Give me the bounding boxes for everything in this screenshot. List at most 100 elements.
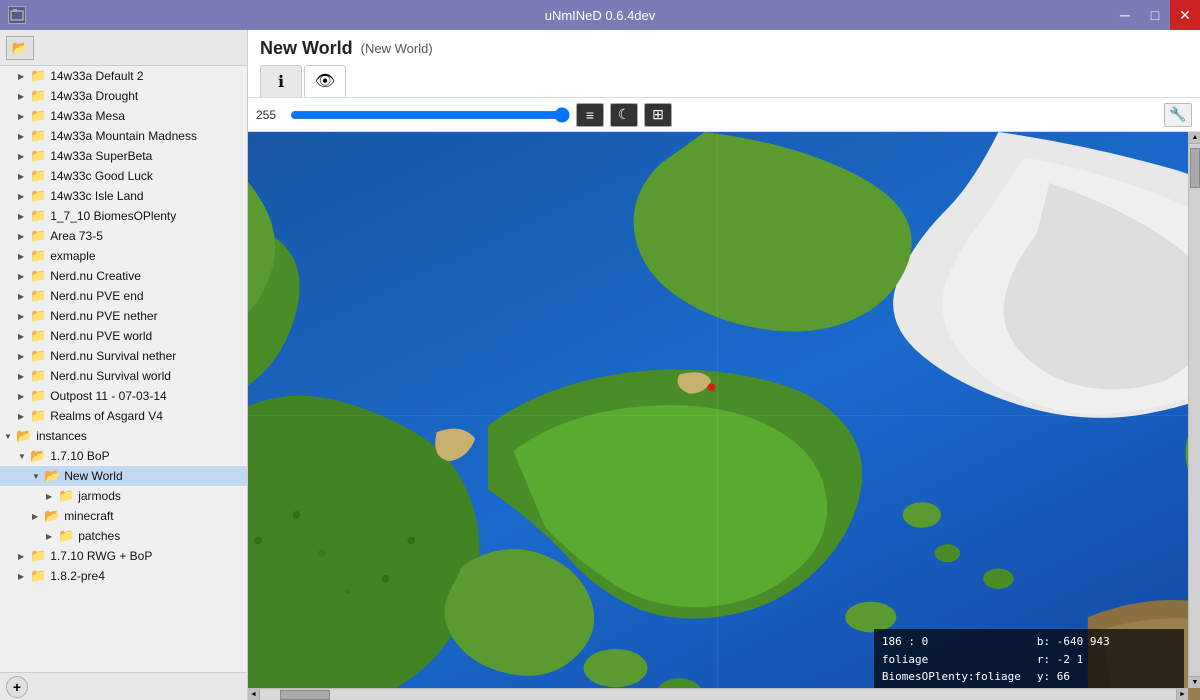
folder-icon-item-14w33a-mesa: 📁 bbox=[30, 108, 46, 124]
tab-view[interactable]: 👁 bbox=[304, 65, 346, 97]
tree-item-item-14w33a-mesa[interactable]: ▶📁 14w33a Mesa bbox=[0, 106, 247, 126]
hscroll-thumb[interactable] bbox=[280, 690, 330, 700]
map-view bbox=[248, 132, 1200, 700]
minimize-button[interactable]: ─ bbox=[1110, 0, 1140, 30]
world-title-row: New World (New World) bbox=[260, 38, 1188, 59]
info-icon: ℹ bbox=[278, 72, 284, 92]
tree-label-item-patches: patches bbox=[78, 529, 120, 543]
tree-label-item-1710-rwg-bop: 1.7.10 RWG + BoP bbox=[50, 549, 152, 563]
open-folder-icon: 📂 bbox=[12, 40, 28, 56]
hscroll-right-button[interactable]: ► bbox=[1176, 689, 1188, 700]
tree-label-item-new-world: New World bbox=[64, 469, 122, 483]
tree-item-item-nerd-pve-end[interactable]: ▶📁Nerd.nu PVE end bbox=[0, 286, 247, 306]
tree-item-item-nerd-creative[interactable]: ▶📁Nerd.nu Creative bbox=[0, 266, 247, 286]
world-title: New World bbox=[260, 38, 353, 59]
hscroll-left-button[interactable]: ◄ bbox=[248, 689, 260, 700]
tree-item-item-1710-rwg-bop[interactable]: ▶📁1.7.10 RWG + BoP bbox=[0, 546, 247, 566]
status-r-coord: r: -2 1 bbox=[1037, 651, 1176, 669]
tree-item-item-new-world[interactable]: ▼📂New World bbox=[0, 466, 247, 486]
settings-button[interactable]: 🔧 bbox=[1164, 103, 1192, 127]
tree-item-item-nerd-pve-world[interactable]: ▶📁 Nerd.nu PVE world bbox=[0, 326, 247, 346]
main-layout: 📂 ▶📁14w33a Default 2▶📁14w33a Drought▶📁14… bbox=[0, 30, 1200, 700]
tree-item-item-14w33a-superbeta[interactable]: ▶📁14w33a SuperBeta bbox=[0, 146, 247, 166]
folder-icon-item-exmaple: 📁 bbox=[30, 248, 46, 264]
tree-item-item-realms-asgard[interactable]: ▶📁Realms of Asgard V4 bbox=[0, 406, 247, 426]
tree-item-item-14w33a-drought[interactable]: ▶📁14w33a Drought bbox=[0, 86, 247, 106]
tree-arrow-item-nerd-pve-world: ▶ bbox=[18, 332, 30, 341]
tree-item-item-182-pre4[interactable]: ▶📁1.8.2-pre4 bbox=[0, 566, 247, 586]
tree-arrow-item-14w33a-mesa: ▶ bbox=[18, 112, 30, 121]
vscroll-thumb[interactable] bbox=[1190, 148, 1200, 188]
folder-icon-item-182-pre4: 📁 bbox=[30, 568, 46, 584]
tree-arrow-item-realms-asgard: ▶ bbox=[18, 412, 30, 421]
tree-label-item-14w33a-superbeta: 14w33a SuperBeta bbox=[50, 149, 152, 163]
tree-label-item-nerd-survival-world: Nerd.nu Survival world bbox=[50, 369, 171, 383]
tree-arrow-item-instances: ▼ bbox=[4, 432, 16, 441]
tree-label-item-1710-bop: 1.7.10 BoP bbox=[50, 449, 109, 463]
folder-icon-item-minecraft: 📂 bbox=[44, 508, 60, 524]
map-area[interactable]: 186 : 0 b: -640 943 foliage r: -2 1 Biom… bbox=[248, 132, 1200, 700]
tab-info[interactable]: ℹ bbox=[260, 65, 302, 97]
tree-item-item-nerd-survival-nether[interactable]: ▶📁Nerd.nu Survival nether bbox=[0, 346, 247, 366]
tree-arrow-item-1710-bop: ▼ bbox=[18, 452, 30, 461]
folder-icon-item-nerd-survival-nether: 📁 bbox=[30, 348, 46, 364]
tree-label-item-nerd-creative: Nerd.nu Creative bbox=[50, 269, 141, 283]
grid-button[interactable]: ⊞ bbox=[644, 103, 672, 127]
tree-item-item-nerd-pve-nether[interactable]: ▶📁Nerd.nu PVE nether bbox=[0, 306, 247, 326]
add-button[interactable]: + bbox=[6, 676, 28, 698]
night-mode-button[interactable]: ☾ bbox=[610, 103, 638, 127]
grid-icon: ⊞ bbox=[652, 106, 664, 123]
tree-item-item-nerd-survival-world[interactable]: ▶📁Nerd.nu Survival world bbox=[0, 366, 247, 386]
open-folder-button[interactable]: 📂 bbox=[6, 36, 34, 60]
folder-icon-item-nerd-pve-world: 📁 bbox=[30, 328, 46, 344]
tree-label-item-14w33a-default2: 14w33a Default 2 bbox=[50, 69, 143, 83]
tree-item-item-14w33c-isleland[interactable]: ▶📁14w33c Isle Land bbox=[0, 186, 247, 206]
folder-icon-item-14w33c-isleland: 📁 bbox=[30, 188, 46, 204]
tree-arrow-item-14w33a-mountain: ▶ bbox=[18, 132, 30, 141]
tree-label-item-minecraft: minecraft bbox=[64, 509, 113, 523]
tree-item-item-patches[interactable]: ▶📁patches bbox=[0, 526, 247, 546]
app-title: uNmINeD 0.6.4dev bbox=[545, 8, 656, 23]
vscroll-up-button[interactable]: ▲ bbox=[1189, 132, 1200, 144]
tree-item-item-exmaple[interactable]: ▶📁exmaple bbox=[0, 246, 247, 266]
tree-item-item-instances[interactable]: ▼📂instances bbox=[0, 426, 247, 446]
tree-item-item-14w33c-goodluck[interactable]: ▶📁14w33c Good Luck bbox=[0, 166, 247, 186]
sidebar-footer: + bbox=[0, 672, 247, 700]
tree-item-item-minecraft[interactable]: ▶📂minecraft bbox=[0, 506, 247, 526]
tree-label-item-14w33a-mesa: 14w33a Mesa bbox=[50, 109, 125, 123]
tree-item-item-jarmods[interactable]: ▶📁jarmods bbox=[0, 486, 247, 506]
tree-label-item-area73-5: Area 73-5 bbox=[50, 229, 103, 243]
moon-icon: ☾ bbox=[618, 106, 631, 123]
file-tree[interactable]: ▶📁14w33a Default 2▶📁14w33a Drought▶📁14w3… bbox=[0, 66, 247, 672]
tree-label-item-14w33a-drought: 14w33a Drought bbox=[50, 89, 138, 103]
content-area: New World (New World) ℹ 👁 255 ≡ ☾ bbox=[248, 30, 1200, 700]
content-tabs: ℹ 👁 bbox=[260, 65, 1188, 97]
tree-arrow-item-14w33c-goodluck: ▶ bbox=[18, 172, 30, 181]
app-icon bbox=[8, 6, 26, 24]
tree-arrow-item-182-pre4: ▶ bbox=[18, 572, 30, 581]
tree-label-item-14w33c-goodluck: 14w33c Good Luck bbox=[50, 169, 153, 183]
close-button[interactable]: ✕ bbox=[1170, 0, 1200, 30]
tree-label-item-nerd-pve-world: Nerd.nu PVE world bbox=[50, 329, 152, 343]
wrench-icon: 🔧 bbox=[1169, 106, 1186, 123]
height-slider[interactable] bbox=[290, 107, 570, 123]
folder-icon-item-realms-asgard: 📁 bbox=[30, 408, 46, 424]
tree-arrow-item-nerd-survival-world: ▶ bbox=[18, 372, 30, 381]
tree-arrow-item-1710-rwg-bop: ▶ bbox=[18, 552, 30, 561]
tree-arrow-item-nerd-pve-end: ▶ bbox=[18, 292, 30, 301]
maximize-button[interactable]: □ bbox=[1140, 0, 1170, 30]
tree-item-item-1710-bop[interactable]: ▼📂1.7.10 BoP bbox=[0, 446, 247, 466]
tree-item-item-14w33a-mountain[interactable]: ▶📁14w33a Mountain Madness bbox=[0, 126, 247, 146]
tree-item-item-outpost11[interactable]: ▶📁Outpost 11 - 07-03-14 bbox=[0, 386, 247, 406]
status-foliage: foliage bbox=[882, 651, 1021, 669]
map-hscrollbar[interactable]: ◄ ► bbox=[248, 688, 1188, 700]
tree-arrow-item-14w33a-drought: ▶ bbox=[18, 92, 30, 101]
tree-label-item-exmaple: exmaple bbox=[50, 249, 95, 263]
titlebar: uNmINeD 0.6.4dev ─ □ ✕ bbox=[0, 0, 1200, 30]
tree-item-item-14w33a-default2[interactable]: ▶📁14w33a Default 2 bbox=[0, 66, 247, 86]
tree-item-item-1710-biomesoplenty[interactable]: ▶📁1_7_10 BiomesOPlenty bbox=[0, 206, 247, 226]
tree-item-item-area73-5[interactable]: ▶📁Area 73-5 bbox=[0, 226, 247, 246]
list-view-button[interactable]: ≡ bbox=[576, 103, 604, 127]
map-vscrollbar[interactable]: ▲ ▼ bbox=[1188, 132, 1200, 688]
vscroll-down-button[interactable]: ▼ bbox=[1189, 676, 1200, 688]
